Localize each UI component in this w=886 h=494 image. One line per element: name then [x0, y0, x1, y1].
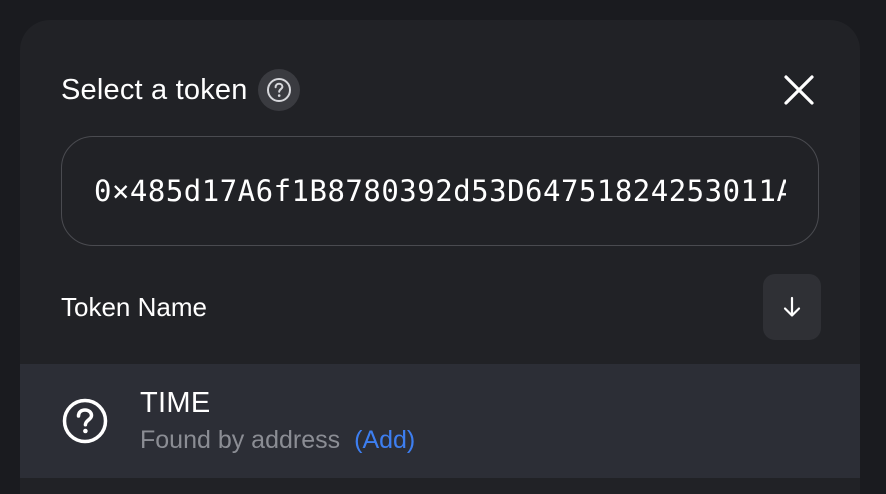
token-select-modal: Select a token Token Name — [20, 20, 860, 494]
modal-title: Select a token — [61, 73, 248, 106]
token-found-label: Found by address — [140, 426, 341, 454]
close-icon — [784, 75, 814, 105]
sort-button[interactable] — [763, 274, 821, 340]
token-search-input[interactable] — [94, 174, 786, 208]
token-icon — [60, 396, 110, 446]
modal-header: Select a token — [61, 68, 819, 112]
add-token-link[interactable]: (Add) — [354, 426, 415, 455]
token-details: TIME Found by address (Add) — [140, 387, 415, 455]
question-circle-icon — [266, 78, 291, 102]
question-circle-icon — [62, 398, 108, 444]
token-subtitle: Found by address (Add) — [140, 426, 415, 455]
arrow-down-icon — [783, 296, 801, 317]
close-button[interactable] — [779, 70, 819, 110]
help-button[interactable] — [257, 69, 300, 111]
token-search-field[interactable] — [61, 136, 819, 246]
token-list-header: Token Name — [61, 274, 821, 340]
token-name-column-label: Token Name — [61, 291, 207, 322]
token-symbol: TIME — [140, 387, 211, 419]
token-list-item[interactable]: TIME Found by address (Add) — [20, 364, 860, 478]
list-bottom-edge — [20, 478, 860, 494]
